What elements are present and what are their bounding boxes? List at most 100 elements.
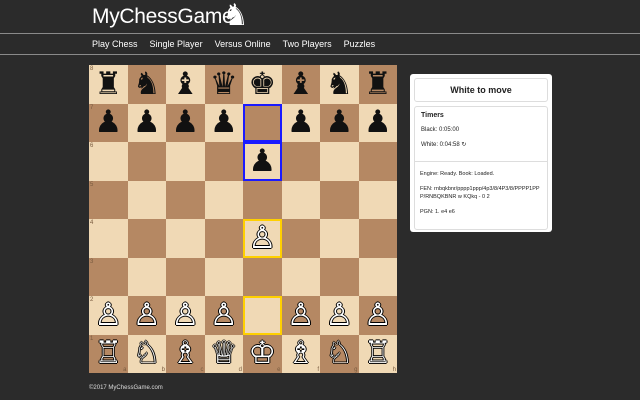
chess-piece[interactable]: ♙ bbox=[287, 299, 315, 331]
square-f7[interactable]: ♟ bbox=[281, 103, 320, 142]
square-e6[interactable]: ♟ bbox=[243, 142, 282, 181]
chess-piece[interactable]: ♟ bbox=[133, 107, 161, 138]
square-h3[interactable] bbox=[358, 257, 397, 296]
chess-piece[interactable]: ♚ bbox=[248, 68, 276, 100]
square-d5[interactable] bbox=[204, 180, 243, 219]
square-d2[interactable]: ♙ bbox=[204, 296, 243, 335]
nav-play-chess[interactable]: Play Chess bbox=[92, 35, 138, 53]
square-a1[interactable]: 1 a ♖ bbox=[89, 334, 128, 373]
square-c6[interactable] bbox=[166, 142, 205, 181]
square-d1[interactable]: d ♕ bbox=[204, 334, 243, 373]
square-g6[interactable] bbox=[320, 142, 359, 181]
square-e8[interactable]: ♚ bbox=[243, 65, 282, 104]
square-e3[interactable] bbox=[243, 257, 282, 296]
chess-piece[interactable]: ♟ bbox=[171, 107, 199, 138]
square-e4[interactable]: ♙ bbox=[243, 219, 282, 258]
square-h2[interactable]: ♙ bbox=[358, 296, 397, 335]
square-f2[interactable]: ♙ bbox=[281, 296, 320, 335]
square-a3[interactable]: 3 bbox=[89, 257, 128, 296]
square-h8[interactable]: ♜ bbox=[358, 65, 397, 104]
square-a2[interactable]: 2 ♙ bbox=[89, 296, 128, 335]
square-a8[interactable]: 8 ♜ bbox=[89, 65, 128, 104]
square-e5[interactable] bbox=[243, 180, 282, 219]
square-d3[interactable] bbox=[204, 257, 243, 296]
chess-piece[interactable]: ♔ bbox=[248, 338, 276, 369]
square-d8[interactable]: ♛ bbox=[204, 65, 243, 104]
square-c4[interactable] bbox=[166, 219, 205, 258]
square-g5[interactable] bbox=[320, 180, 359, 219]
square-b2[interactable]: ♙ bbox=[127, 296, 166, 335]
chess-piece[interactable]: ♜ bbox=[364, 68, 392, 100]
nav-two-players[interactable]: Two Players bbox=[283, 35, 332, 53]
chess-piece[interactable]: ♟ bbox=[248, 145, 276, 177]
square-b3[interactable] bbox=[127, 257, 166, 296]
square-e7[interactable] bbox=[243, 103, 282, 142]
square-h5[interactable] bbox=[358, 180, 397, 219]
chess-piece[interactable]: ♜ bbox=[94, 68, 122, 100]
square-c5[interactable] bbox=[166, 180, 205, 219]
square-d7[interactable]: ♟ bbox=[204, 103, 243, 142]
chess-piece[interactable]: ♞ bbox=[133, 68, 161, 100]
square-h7[interactable]: ♟ bbox=[358, 103, 397, 142]
square-c3[interactable] bbox=[166, 257, 205, 296]
logo-text[interactable]: MyChessGame bbox=[92, 4, 234, 30]
chess-piece[interactable]: ♟ bbox=[287, 107, 315, 138]
square-b4[interactable] bbox=[127, 219, 166, 258]
nav-versus-online[interactable]: Versus Online bbox=[215, 35, 271, 53]
square-f4[interactable] bbox=[281, 219, 320, 258]
square-g3[interactable] bbox=[320, 257, 359, 296]
square-g7[interactable]: ♟ bbox=[320, 103, 359, 142]
square-f5[interactable] bbox=[281, 180, 320, 219]
chess-piece[interactable]: ♛ bbox=[210, 68, 238, 100]
chess-piece[interactable]: ♟ bbox=[364, 107, 392, 138]
square-h4[interactable] bbox=[358, 219, 397, 258]
square-c1[interactable]: c ♗ bbox=[166, 334, 205, 373]
chess-piece[interactable]: ♞ bbox=[325, 68, 353, 100]
chess-piece[interactable]: ♖ bbox=[364, 338, 392, 369]
square-a4[interactable]: 4 bbox=[89, 219, 128, 258]
square-b7[interactable]: ♟ bbox=[127, 103, 166, 142]
knight-icon[interactable]: ♞ bbox=[222, 0, 249, 32]
chess-piece[interactable]: ♟ bbox=[210, 107, 238, 138]
chess-piece[interactable]: ♗ bbox=[287, 338, 315, 369]
chess-piece[interactable]: ♙ bbox=[171, 299, 199, 331]
chess-piece[interactable]: ♙ bbox=[94, 299, 122, 331]
chess-piece[interactable]: ♟ bbox=[325, 107, 353, 138]
chess-piece[interactable]: ♝ bbox=[287, 68, 315, 100]
chess-piece[interactable]: ♙ bbox=[364, 299, 392, 331]
square-g4[interactable] bbox=[320, 219, 359, 258]
chess-piece[interactable]: ♗ bbox=[171, 338, 199, 369]
chess-piece[interactable]: ♟ bbox=[94, 107, 122, 138]
square-h1[interactable]: h ♖ bbox=[358, 334, 397, 373]
square-f1[interactable]: f ♗ bbox=[281, 334, 320, 373]
chess-piece[interactable]: ♝ bbox=[171, 68, 199, 100]
nav-single-player[interactable]: Single Player bbox=[150, 35, 203, 53]
square-h6[interactable] bbox=[358, 142, 397, 181]
square-g1[interactable]: g ♘ bbox=[320, 334, 359, 373]
chess-piece[interactable]: ♙ bbox=[133, 299, 161, 331]
square-f8[interactable]: ♝ bbox=[281, 65, 320, 104]
square-f3[interactable] bbox=[281, 257, 320, 296]
square-b5[interactable] bbox=[127, 180, 166, 219]
chess-piece[interactable]: ♙ bbox=[210, 299, 238, 331]
square-g8[interactable]: ♞ bbox=[320, 65, 359, 104]
square-d6[interactable] bbox=[204, 142, 243, 181]
square-c7[interactable]: ♟ bbox=[166, 103, 205, 142]
chess-piece[interactable]: ♙ bbox=[325, 299, 353, 331]
chess-piece[interactable]: ♘ bbox=[133, 338, 161, 369]
square-d4[interactable] bbox=[204, 219, 243, 258]
square-g2[interactable]: ♙ bbox=[320, 296, 359, 335]
square-a5[interactable]: 5 bbox=[89, 180, 128, 219]
square-a6[interactable]: 6 bbox=[89, 142, 128, 181]
square-c8[interactable]: ♝ bbox=[166, 65, 205, 104]
chess-piece[interactable]: ♘ bbox=[325, 338, 353, 369]
chess-piece[interactable]: ♕ bbox=[210, 338, 238, 369]
square-f6[interactable] bbox=[281, 142, 320, 181]
square-e1[interactable]: e ♔ bbox=[243, 334, 282, 373]
square-e2[interactable] bbox=[243, 296, 282, 335]
square-a7[interactable]: 7 ♟ bbox=[89, 103, 128, 142]
nav-puzzles[interactable]: Puzzles bbox=[344, 35, 376, 53]
chess-board[interactable]: 8 ♜ ♞ ♝ ♛ ♚ ♝ ♞ ♜ 7 ♟ ♟ ♟ ♟ ♟ ♟ ♟ 6 ♟ 5 4 ♙ 3 2 ♙ ♙ ♙ ♙ ♙ ♙ ♙ 1 a ♖ b ♘ c ♗ d ♕… bbox=[89, 65, 397, 373]
square-b1[interactable]: b ♘ bbox=[127, 334, 166, 373]
square-c2[interactable]: ♙ bbox=[166, 296, 205, 335]
